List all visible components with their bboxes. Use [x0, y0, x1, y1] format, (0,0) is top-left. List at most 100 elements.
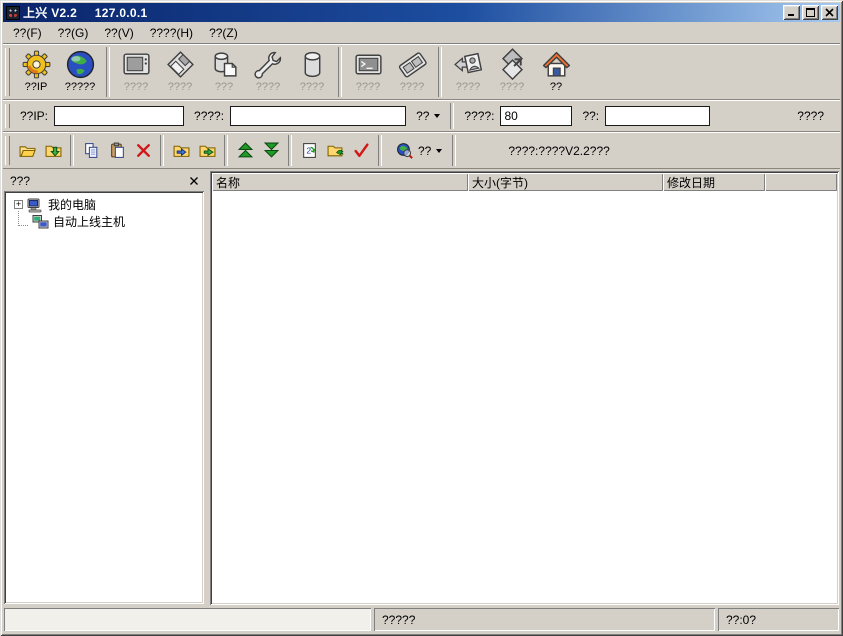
toolbar-separator: [224, 135, 228, 166]
tree-item-label: 自动上线主机: [53, 215, 126, 229]
download-button[interactable]: [258, 138, 284, 164]
menu-tools[interactable]: ??(G): [50, 24, 97, 42]
folder-in-icon: [173, 145, 189, 157]
status-message: ?????: [374, 608, 715, 631]
column-header-size[interactable]: 大小(字节): [468, 173, 663, 191]
file-list-body[interactable]: [212, 191, 837, 603]
tree-item-label: 我的电脑: [48, 198, 97, 212]
folder-up-button[interactable]: [40, 138, 66, 164]
password-input[interactable]: [605, 106, 711, 126]
menu-help[interactable]: ????(H): [142, 24, 201, 42]
advanced-options-label[interactable]: ????: [797, 109, 824, 123]
toolbar-separator: [160, 135, 164, 166]
transfer-status-text: ????:????V2.2???: [508, 143, 610, 158]
window-controls: [783, 5, 838, 20]
status-bar: ????? ??:0?: [3, 605, 840, 633]
home-button[interactable]: ??: [534, 47, 578, 97]
folder-right-icon: [199, 145, 215, 157]
disk-icon: [166, 51, 194, 78]
check-icon: [353, 143, 369, 158]
toolbar-grip[interactable]: [5, 104, 10, 128]
open-remote-folder-button[interactable]: [322, 138, 348, 164]
main-area: ??? + 我的电脑 自动上线主机 名称 大小(字节) 修改日期: [3, 169, 840, 605]
keyboard-record-button[interactable]: ????: [390, 47, 434, 97]
delete-button[interactable]: [130, 138, 156, 164]
system-tools-button[interactable]: ????: [246, 47, 290, 97]
folder-go-icon: [327, 145, 344, 157]
toolbar-separator: [438, 47, 442, 97]
globe-icon: [66, 50, 94, 79]
session-info-button[interactable]: ????: [446, 47, 490, 97]
toolbar-separator: [106, 47, 110, 97]
toolbar-grip[interactable]: [5, 136, 10, 165]
maximize-icon: [806, 8, 815, 17]
main-toolbar: ??IP ????? ???? ???? ??? ???? ???? ???? …: [3, 44, 840, 100]
download-icon: [263, 142, 279, 158]
copy-button[interactable]: [78, 138, 104, 164]
refresh-button[interactable]: 2: [296, 138, 322, 164]
window-title-ip: 127.0.0.1: [94, 6, 148, 20]
terminal-icon: [354, 54, 382, 75]
upload-button[interactable]: [232, 138, 258, 164]
database-icon: [304, 51, 320, 78]
screen-control-button[interactable]: ????: [114, 47, 158, 97]
progress-panel: [4, 608, 371, 631]
window-title: 上兴 V2.2 127.0.0.1: [23, 4, 148, 21]
config-ip-button[interactable]: ??IP: [14, 47, 58, 97]
close-button[interactable]: [821, 5, 838, 20]
menu-file[interactable]: ??(F): [5, 24, 50, 42]
port-input[interactable]: [500, 106, 573, 126]
sidebar-close-button[interactable]: [188, 176, 200, 186]
tree-item-online-hosts[interactable]: 自动上线主机: [8, 211, 200, 230]
home-icon: [542, 51, 570, 77]
minimize-button[interactable]: [783, 5, 800, 20]
connect-dropdown-button[interactable]: ??: [410, 107, 446, 125]
paste-button[interactable]: [104, 138, 130, 164]
file-toolbar: 2 ?? ????:????V2.2???: [3, 132, 840, 169]
column-header-modified[interactable]: 修改日期: [663, 173, 765, 191]
copy-to-folder-button[interactable]: [168, 138, 194, 164]
toolbar-separator: [338, 47, 342, 97]
window-title-app: 上兴 V2.2: [23, 6, 78, 20]
ip-label: ??IP:: [20, 109, 49, 123]
maximize-button[interactable]: [802, 5, 819, 20]
refresh-icon: 2: [302, 143, 316, 158]
paste-icon: [110, 142, 124, 158]
hosts-tree: + 我的电脑 自动上线主机: [4, 191, 204, 604]
url-input[interactable]: [230, 106, 407, 126]
column-header-name[interactable]: 名称: [212, 173, 468, 191]
gear-icon: [22, 50, 50, 79]
disk-manage-button[interactable]: ????: [158, 47, 202, 97]
file-manage-button[interactable]: ???: [202, 47, 246, 97]
toolbar-separator: [452, 135, 457, 166]
status-count: ??:0?: [718, 608, 839, 631]
toolbar-separator: [378, 135, 382, 166]
menu-about[interactable]: ??(Z): [201, 24, 246, 42]
expand-icon[interactable]: +: [14, 200, 23, 209]
sidebar-header: ???: [3, 171, 205, 191]
remote-terminal-button[interactable]: ????: [346, 47, 390, 97]
move-to-folder-button[interactable]: [194, 138, 220, 164]
close-icon: [190, 177, 198, 185]
password-label: ??:: [582, 109, 600, 123]
title-bar: 上兴 V2.2 127.0.0.1: [3, 3, 840, 22]
delete-icon: [136, 144, 150, 157]
window-manage-button[interactable]: ????: [490, 47, 534, 97]
monitor-icon: [122, 53, 150, 75]
toolbar-grip[interactable]: [5, 48, 10, 96]
column-header-filler: [765, 173, 837, 191]
database-button[interactable]: ????: [290, 47, 334, 97]
tree-item-my-computer[interactable]: + 我的电脑: [8, 196, 200, 213]
confirm-button[interactable]: [348, 138, 374, 164]
upload-icon: [237, 142, 253, 158]
ip-input[interactable]: [54, 106, 185, 126]
minimize-icon: [788, 14, 794, 16]
web-online-button[interactable]: ?????: [58, 47, 102, 97]
search-dropdown-button[interactable]: ??: [390, 140, 448, 161]
file-list-panel: 名称 大小(字节) 修改日期: [210, 171, 839, 605]
chevron-down-icon: [434, 114, 441, 118]
url-label: ????:: [194, 109, 225, 123]
menu-view[interactable]: ??(V): [96, 24, 141, 42]
open-folder-button[interactable]: [14, 138, 40, 164]
wrench-icon: [253, 51, 281, 79]
